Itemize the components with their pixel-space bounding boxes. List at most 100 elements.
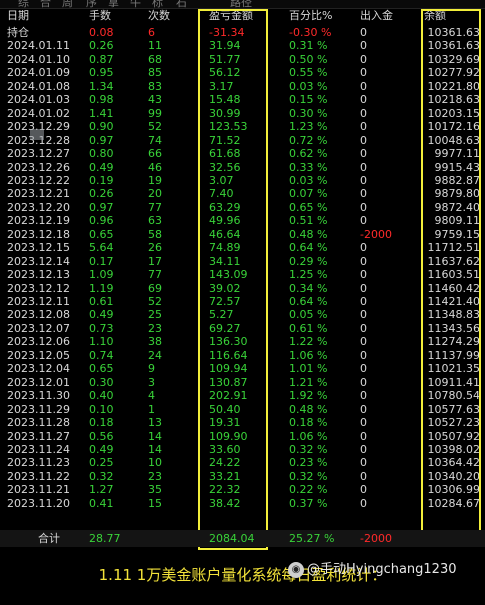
cell-date: 2023.11.24	[7, 442, 70, 456]
cell-balance: 11712.51	[427, 241, 481, 255]
table-row[interactable]: 2023.12.26 0.49 46 32.56 0.33 % 0 9915.43	[4, 161, 481, 175]
table-row[interactable]: 2023.12.27 0.80 66 61.68 0.62 % 0 9977.11	[4, 147, 481, 161]
cell-balance: 10780.54	[427, 389, 481, 403]
table-row[interactable]: 2023.11.27 0.56 14 109.90 1.06 % 0 10507.92	[4, 430, 481, 444]
table-row[interactable]: 2023.12.06 1.10 38 136.30 1.22 % 0 11274.29	[4, 335, 481, 349]
table-row[interactable]: 2023.12.07 0.73 23 69.27 0.61 % 0 11343.56	[4, 322, 481, 336]
cell-qty: 1.27	[89, 483, 114, 497]
table-row[interactable]: 2024.01.10 0.87 68 51.77 0.50 % 0 10329.69	[4, 53, 481, 67]
cell-qty: 0.25	[89, 456, 114, 470]
top-menu-item[interactable]: 合	[40, 0, 51, 8]
header-pct[interactable]: 百分比%	[289, 9, 347, 23]
weibo-logo-icon: ◉	[288, 561, 304, 578]
top-menu-item[interactable]: 拿	[108, 0, 119, 8]
cell-balance: 10361.63	[427, 26, 481, 39]
cell-date: 2023.11.23	[7, 456, 70, 470]
cell-pnl: 33.21	[209, 469, 241, 483]
table-row[interactable]: 2023.11.24 0.49 14 33.60 0.32 % 0 10398.02	[4, 443, 481, 457]
table-row[interactable]: 2024.01.03 0.98 43 15.48 0.15 % 0 10218.63	[4, 93, 481, 107]
table-row[interactable]: 2023.12.28 0.97 74 71.52 0.72 % 0 10048.63	[4, 134, 481, 148]
cell-qty: 0.74	[89, 348, 114, 362]
cell-balance: 10361.63	[427, 39, 481, 53]
cell-count: 77	[148, 268, 162, 282]
table-row[interactable]: 2023.11.22 0.32 23 33.21 0.32 % 0 10340.20	[4, 470, 481, 484]
table-row[interactable]: 2023.12.22 0.19 19 3.07 0.03 % 0 9882.87	[4, 174, 481, 188]
top-menu-item[interactable]: 周	[62, 0, 73, 8]
cell-qty: 5.64	[89, 241, 114, 255]
table-row[interactable]: 2023.12.19 0.96 63 49.96 0.51 % 0 9809.11	[4, 214, 481, 228]
table-row[interactable]: 2023.11.29 0.10 1 50.40 0.48 % 0 10577.63	[4, 403, 481, 417]
cell-balance: 11021.35	[427, 362, 481, 376]
cell-pnl: 116.64	[209, 348, 248, 362]
cell-date: 2023.11.30	[7, 389, 70, 403]
table-row[interactable]: 2023.12.13 1.09 77 143.09 1.25 % 0 11603.51	[4, 268, 481, 282]
cell-date: 2023.11.22	[7, 469, 70, 483]
cell-balance: 10340.20	[427, 469, 481, 483]
cell-date: 2023.12.26	[7, 160, 70, 174]
header-count[interactable]: 次数	[148, 9, 188, 23]
cell-balance: 10048.63	[427, 133, 481, 147]
table-row[interactable]: 2023.12.29 0.90 52 123.53 1.23 % 0 10172.16	[4, 120, 481, 134]
table-row[interactable]: 2023.12.20 0.97 77 63.29 0.65 % 0 9872.40	[4, 201, 481, 215]
table-row[interactable]: 持仓 0.08 6 -31.34 -0.30 % 0 10361.63	[4, 26, 481, 40]
cell-balance: 9977.11	[434, 147, 481, 161]
cell-pct: 0.32 %	[289, 442, 328, 456]
cell-date: 2023.12.12	[7, 281, 70, 295]
table-row[interactable]: 2024.01.08 1.34 83 3.17 0.03 % 0 10221.80	[4, 80, 481, 94]
header-pnl[interactable]: 盈亏金额	[209, 9, 267, 23]
cell-pct: 0.15 %	[289, 93, 328, 107]
cell-io: 0	[360, 335, 367, 349]
table-row[interactable]: 2024.01.02 1.41 99 30.99 0.30 % 0 10203.15	[4, 107, 481, 121]
table-row[interactable]: 2023.12.04 0.65 9 109.94 1.01 % 0 11021.35	[4, 362, 481, 376]
table-row[interactable]: 2023.11.21 1.27 35 22.32 0.22 % 0 10306.99	[4, 483, 481, 497]
cell-date: 2023.12.08	[7, 308, 70, 322]
table-row[interactable]: 2023.11.30 0.40 4 202.91 1.92 % 0 10780.54	[4, 389, 481, 403]
cell-qty: 0.98	[89, 93, 114, 107]
top-menu-item[interactable]: 路径	[230, 0, 252, 8]
table-row[interactable]: 2023.12.01 0.30 3 130.87 1.21 % 0 10911.41	[4, 376, 481, 390]
cell-pct: 1.06 %	[289, 429, 328, 443]
table-row[interactable]: 2023.12.11 0.61 52 72.57 0.64 % 0 11421.40	[4, 295, 481, 309]
cell-io: 0	[360, 106, 367, 120]
cell-pct: 0.30 %	[289, 106, 328, 120]
top-menu-item[interactable]: 标	[152, 0, 163, 8]
table-row[interactable]: 2023.12.05 0.74 24 116.64 1.06 % 0 11137.99	[4, 349, 481, 363]
table-row[interactable]: 2023.12.14 0.17 17 34.11 0.29 % 0 11637.62	[4, 255, 481, 269]
cell-pnl: 34.11	[209, 254, 241, 268]
top-menu-item[interactable]: 牛	[130, 0, 141, 8]
cell-date: 2023.12.13	[7, 268, 70, 282]
table-row[interactable]: 2023.11.28 0.18 13 19.31 0.18 % 0 10527.23	[4, 416, 481, 430]
header-qty[interactable]: 手数	[89, 9, 149, 23]
cell-pnl: 109.90	[209, 429, 248, 443]
table-row[interactable]: 2024.01.09 0.95 85 56.12 0.55 % 0 10277.92	[4, 66, 481, 80]
cell-qty: 0.49	[89, 442, 114, 456]
header-io[interactable]: 出入金	[360, 9, 412, 23]
table-row[interactable]: 2023.11.23 0.25 10 24.22 0.23 % 0 10364.42	[4, 456, 481, 470]
table-row[interactable]: 2024.01.11 0.26 11 31.94 0.31 % 0 10361.63	[4, 39, 481, 53]
cell-qty: 0.49	[89, 308, 114, 322]
header-balance[interactable]: 余额	[424, 9, 480, 23]
top-menu-item[interactable]: 石	[176, 0, 187, 8]
cell-count: 23	[148, 321, 162, 335]
cell-pnl: 56.12	[209, 66, 241, 80]
cell-pct: 1.21 %	[289, 375, 328, 389]
cell-balance: 10218.63	[427, 93, 481, 107]
table-row[interactable]: 2023.12.18 0.65 58 46.64 0.48 % -2000 9759.15	[4, 228, 481, 242]
cell-io: -2000	[360, 227, 392, 241]
table-row[interactable]: 2023.12.12 1.19 69 39.02 0.34 % 0 11460.42	[4, 282, 481, 296]
top-menu-item[interactable]: 综	[18, 0, 29, 8]
cell-count: 85	[148, 66, 162, 80]
table-row[interactable]: 2023.12.08 0.49 25 5.27 0.05 % 0 11348.83	[4, 308, 481, 322]
cell-pnl: 61.68	[209, 147, 241, 161]
cell-pct: 0.61 %	[289, 321, 328, 335]
cell-date: 2023.11.27	[7, 429, 70, 443]
cell-pnl: 39.02	[209, 281, 241, 295]
table-row[interactable]: 2023.12.21 0.26 20 7.40 0.07 % 0 9879.80	[4, 187, 481, 201]
table-row[interactable]: 2023.11.20 0.41 15 38.42 0.37 % 0 10284.67	[4, 497, 481, 511]
cell-qty: 1.34	[89, 79, 114, 93]
header-date[interactable]: 日期	[7, 9, 29, 23]
table-row[interactable]: 2023.12.15 5.64 26 74.89 0.64 % 0 11712.51	[4, 241, 481, 255]
cell-pnl: 5.27	[209, 308, 234, 322]
cell-count: 15	[148, 496, 162, 510]
top-menu-item[interactable]: 序	[86, 0, 97, 8]
